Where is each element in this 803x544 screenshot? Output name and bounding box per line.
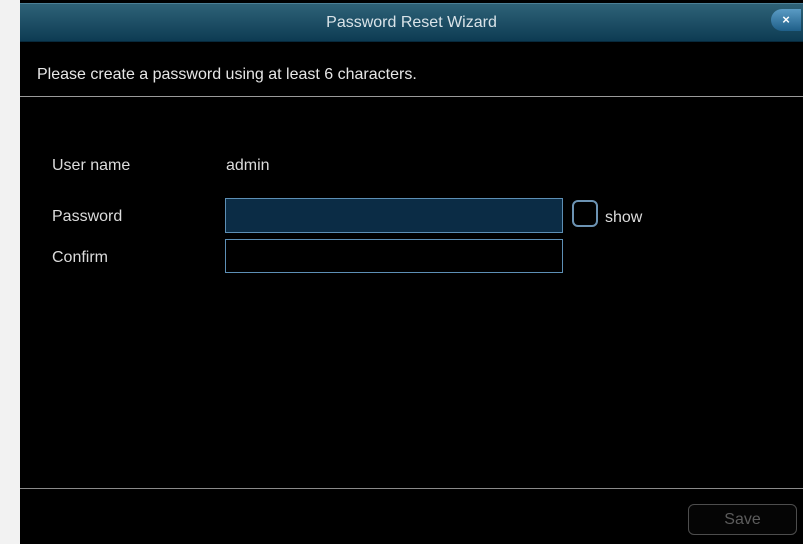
confirm-password-field[interactable] [225, 239, 563, 273]
username-value: admin [226, 157, 270, 174]
confirm-label: Confirm [52, 249, 109, 266]
password-field[interactable] [225, 198, 563, 233]
title-bar: Password Reset Wizard × [20, 3, 803, 42]
close-icon[interactable]: × [771, 9, 801, 31]
footer-divider [20, 488, 803, 489]
divider [20, 96, 803, 97]
show-password-checkbox[interactable] [572, 200, 598, 227]
background-strip [0, 0, 20, 544]
password-reset-dialog: Password Reset Wizard × Please create a … [20, 0, 803, 544]
username-label: User name [52, 157, 131, 174]
save-button[interactable]: Save [688, 504, 797, 535]
dialog-title: Password Reset Wizard [326, 14, 497, 31]
password-label: Password [52, 208, 123, 225]
instruction-text: Please create a password using at least … [37, 66, 417, 83]
show-password-label[interactable]: show [605, 208, 642, 228]
